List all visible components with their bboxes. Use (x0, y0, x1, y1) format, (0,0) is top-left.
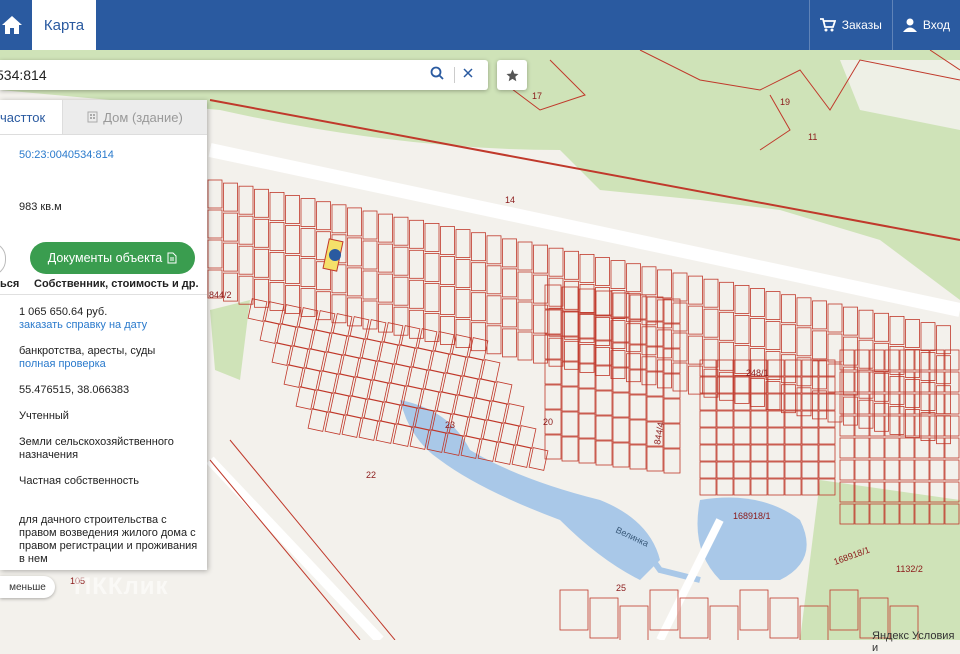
watermark: ПККлик (74, 573, 169, 600)
ownership: Частная собственность (19, 475, 140, 487)
map-label: 19 (780, 97, 790, 107)
map-label: 14 (505, 195, 515, 205)
left-caption: ься (0, 278, 20, 290)
checks-text: банкротства, аресты, суды (19, 345, 156, 357)
map-label: 168918/1 (733, 511, 771, 521)
category-line1: Земли сельскохозяйственного (19, 436, 174, 448)
usage-line1: для дачного строительства с (19, 514, 167, 526)
coordinates: 55.476515, 38.066383 (19, 384, 130, 396)
map-label: 11 (808, 132, 817, 142)
tab-house[interactable]: Дом (здание) (63, 100, 207, 134)
login-button[interactable]: Вход (891, 0, 960, 50)
tab-map[interactable]: Карта (32, 0, 96, 50)
cadastral-number[interactable]: 50:23:0040534:814 (19, 149, 114, 162)
home-icon (2, 16, 22, 34)
login-label: Вход (922, 18, 950, 32)
user-icon (902, 18, 917, 32)
tab-plot[interactable]: частток (0, 100, 63, 134)
home-button[interactable] (0, 0, 32, 50)
favorite-button[interactable] (497, 60, 527, 90)
top-bar: Карта Заказы Вход (0, 0, 960, 50)
category-line2: назначения (19, 449, 79, 461)
map-label: 844/2 (209, 290, 232, 300)
less-button[interactable]: меньше (0, 576, 55, 598)
right-caption: Собственник, стоимость и др. (34, 278, 199, 290)
close-icon[interactable] (462, 66, 474, 83)
area-value: 983 кв.м (19, 201, 62, 213)
map-credit[interactable]: Яндекс Условия и (872, 630, 960, 654)
documents-button-label: Документы объекта (47, 251, 163, 265)
divider (0, 294, 207, 295)
map-label: 25 (616, 583, 626, 593)
map-label: 22 (366, 470, 376, 480)
left-action-button[interactable] (0, 242, 6, 276)
cadastral-value: 1 065 650.64 руб. (19, 306, 108, 318)
usage-line4: в нем (19, 553, 48, 565)
map-label: 1132/2 (896, 564, 923, 574)
usage-line2: правом возведения жилого дома с (19, 527, 196, 539)
document-icon (167, 252, 177, 264)
documents-button[interactable]: Документы объекта (30, 242, 195, 274)
tab-plot-label: частток (0, 109, 46, 125)
map-label: 248/1 (746, 368, 769, 378)
map-label: 23 (445, 420, 455, 430)
search-bar[interactable]: 534:814 (0, 60, 488, 90)
building-icon (87, 111, 98, 123)
search-input[interactable]: 534:814 (0, 67, 47, 83)
full-check-link[interactable]: полная проверка (19, 358, 106, 371)
divider (454, 67, 455, 83)
usage-line3: правом регистрации и проживания (19, 540, 198, 552)
orders-button[interactable]: Заказы (808, 0, 892, 50)
status: Учтенный (19, 410, 69, 422)
search-icon[interactable] (430, 66, 444, 84)
star-icon (506, 69, 518, 81)
map-label: 17 (532, 91, 542, 101)
order-certificate-link[interactable]: заказать справку на дату (19, 319, 147, 332)
map-label: 20 (543, 417, 553, 427)
tab-house-label: Дом (здание) (103, 109, 183, 125)
info-panel: частток Дом (здание) 50:23:0040534:814 9… (0, 100, 207, 570)
cart-icon (819, 18, 836, 32)
selected-marker[interactable] (329, 249, 341, 261)
orders-label: Заказы (841, 18, 882, 32)
